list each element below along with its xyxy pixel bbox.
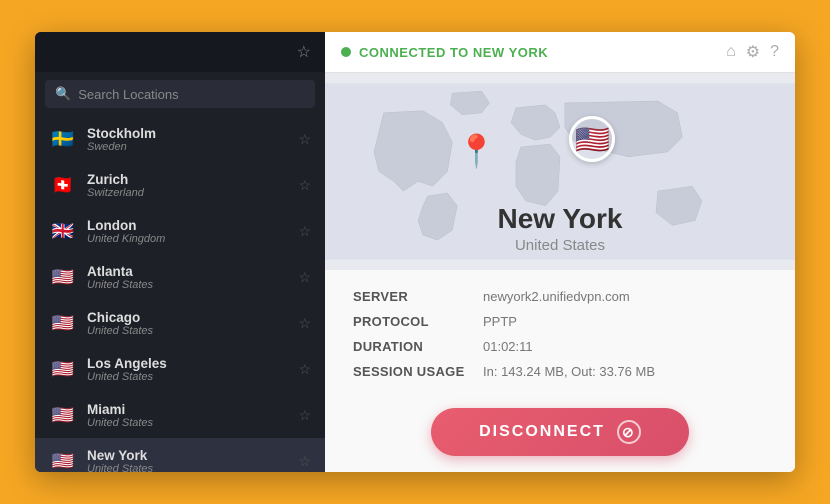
disconnect-label: DISCONNECT (479, 423, 605, 441)
loc-country: United States (87, 325, 298, 337)
loc-country: United States (87, 463, 298, 473)
info-row-duration: DURATION 01:02:11 (353, 334, 767, 359)
header-icons: ⌂ ⚙ ? (726, 42, 779, 62)
disconnect-button[interactable]: DISCONNECT ⊘ (431, 408, 689, 456)
connected-text: CONNECTED TO NEW YORK (359, 45, 726, 60)
favorite-star-icon[interactable]: ☆ (298, 361, 311, 378)
list-item[interactable]: 🇺🇸 New York United States ☆ (35, 438, 325, 472)
session-label: SESSION USAGE (353, 364, 483, 379)
loc-country: Switzerland (87, 187, 298, 199)
server-value: newyork2.unifiedvpn.com (483, 289, 630, 304)
loc-info: Stockholm Sweden (87, 126, 298, 153)
search-bar[interactable]: 🔍 (45, 80, 315, 108)
list-item[interactable]: 🇺🇸 Atlanta United States ☆ (35, 254, 325, 300)
favorites-icon[interactable]: ☆ (297, 42, 311, 62)
main-header: CONNECTED TO NEW YORK ⌂ ⚙ ? (325, 32, 795, 73)
loc-country: United States (87, 417, 298, 429)
favorite-star-icon[interactable]: ☆ (298, 269, 311, 286)
help-icon[interactable]: ? (770, 43, 779, 61)
flag-icon: 🇨🇭 (49, 171, 77, 199)
list-item[interactable]: 🇺🇸 Chicago United States ☆ (35, 300, 325, 346)
loc-city: Los Angeles (87, 356, 298, 371)
info-row-session: SESSION USAGE In: 143.24 MB, Out: 33.76 … (353, 359, 767, 384)
flag-icon: 🇬🇧 (49, 217, 77, 245)
loc-country: United Kingdom (87, 233, 298, 245)
list-item[interactable]: 🇺🇸 Los Angeles United States ☆ (35, 346, 325, 392)
list-item[interactable]: 🇨🇭 Zurich Switzerland ☆ (35, 162, 325, 208)
loc-city: Stockholm (87, 126, 298, 141)
search-icon: 🔍 (55, 86, 71, 102)
loc-country: United States (87, 279, 298, 291)
flag-icon: 🇺🇸 (49, 401, 77, 429)
loc-info: Chicago United States (87, 310, 298, 337)
location-list: 🇸🇪 Stockholm Sweden ☆ 🇨🇭 Zurich Switzerl… (35, 116, 325, 472)
disconnect-area: DISCONNECT ⊘ (325, 398, 795, 472)
search-input[interactable] (78, 87, 305, 102)
favorite-star-icon[interactable]: ☆ (298, 177, 311, 194)
flag-icon: 🇺🇸 (49, 447, 77, 472)
loc-info: Los Angeles United States (87, 356, 298, 383)
flag-icon: 🇺🇸 (49, 263, 77, 291)
loc-city: Chicago (87, 310, 298, 325)
list-item[interactable]: 🇺🇸 Miami United States ☆ (35, 392, 325, 438)
sidebar-header: ☆ (35, 32, 325, 72)
home-icon[interactable]: ⌂ (726, 43, 736, 61)
session-value: In: 143.24 MB, Out: 33.76 MB (483, 364, 655, 379)
loc-info: New York United States (87, 448, 298, 473)
server-label: SERVER (353, 289, 483, 304)
list-item[interactable]: 🇸🇪 Stockholm Sweden ☆ (35, 116, 325, 162)
country-name: United States (515, 237, 605, 254)
flag-icon: 🇸🇪 (49, 125, 77, 153)
loc-country: United States (87, 371, 298, 383)
map-area: 📍 🇺🇸 New York United States (325, 73, 795, 270)
flag-icon: 🇺🇸 (49, 355, 77, 383)
duration-value: 01:02:11 (483, 339, 533, 354)
circle-slash-icon: ⊘ (617, 420, 641, 444)
loc-info: Miami United States (87, 402, 298, 429)
app-window: ☆ 🔍 🇸🇪 Stockholm Sweden ☆ 🇨🇭 Zurich Swit… (35, 32, 795, 472)
protocol-value: PPTP (483, 314, 517, 329)
list-item[interactable]: 🇬🇧 London United Kingdom ☆ (35, 208, 325, 254)
sidebar: ☆ 🔍 🇸🇪 Stockholm Sweden ☆ 🇨🇭 Zurich Swit… (35, 32, 325, 472)
flag-icon: 🇺🇸 (49, 309, 77, 337)
connected-dot (341, 47, 351, 57)
favorite-star-icon[interactable]: ☆ (298, 315, 311, 332)
gear-icon[interactable]: ⚙ (746, 42, 760, 62)
city-name: New York (497, 203, 622, 235)
info-section: SERVER newyork2.unifiedvpn.com PROTOCOL … (325, 270, 795, 398)
protocol-label: PROTOCOL (353, 314, 483, 329)
loc-city: London (87, 218, 298, 233)
loc-country: Sweden (87, 141, 298, 153)
map-overlay: New York United States (325, 73, 795, 270)
main-panel: CONNECTED TO NEW YORK ⌂ ⚙ ? (325, 32, 795, 472)
loc-city: Atlanta (87, 264, 298, 279)
favorite-star-icon[interactable]: ☆ (298, 131, 311, 148)
favorite-star-icon[interactable]: ☆ (298, 223, 311, 240)
loc-info: Atlanta United States (87, 264, 298, 291)
duration-label: DURATION (353, 339, 483, 354)
favorite-star-icon[interactable]: ☆ (298, 453, 311, 470)
loc-info: London United Kingdom (87, 218, 298, 245)
info-row-protocol: PROTOCOL PPTP (353, 309, 767, 334)
loc-city: New York (87, 448, 298, 463)
loc-city: Zurich (87, 172, 298, 187)
info-row-server: SERVER newyork2.unifiedvpn.com (353, 284, 767, 309)
favorite-star-icon[interactable]: ☆ (298, 407, 311, 424)
loc-city: Miami (87, 402, 298, 417)
loc-info: Zurich Switzerland (87, 172, 298, 199)
